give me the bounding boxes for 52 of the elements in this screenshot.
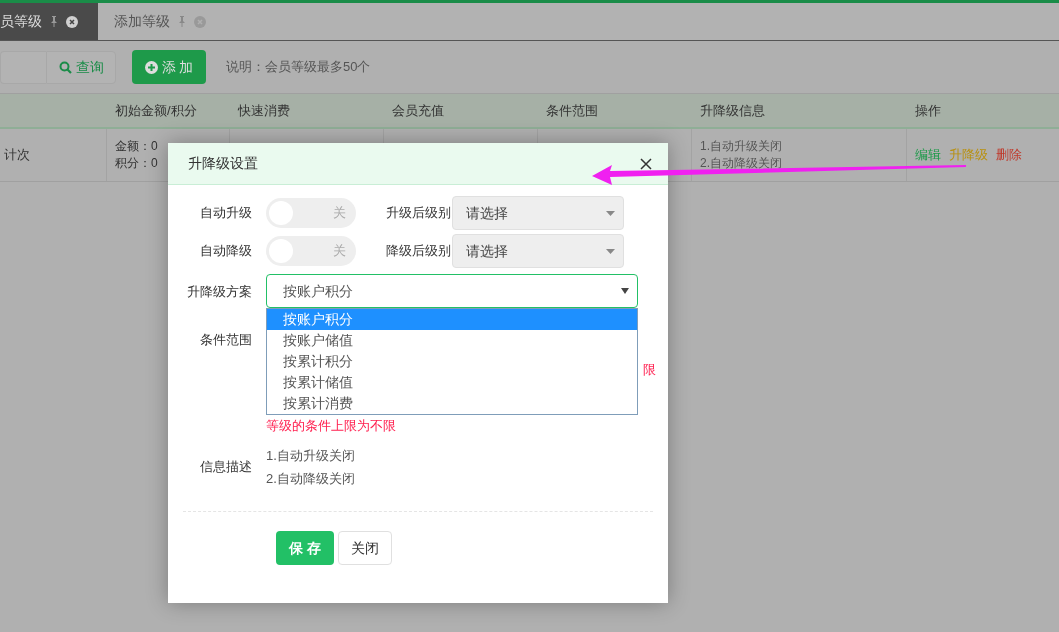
field-label: 自动升级 bbox=[199, 204, 252, 223]
column-header: 操作 bbox=[915, 101, 941, 120]
field-label: 升级后级别 bbox=[386, 204, 452, 223]
table-cell: 金额：0 bbox=[115, 138, 158, 155]
caret-icon bbox=[606, 248, 615, 254]
toggle-text: 关 bbox=[331, 204, 347, 223]
table-cell: 积分：0 bbox=[115, 155, 158, 172]
pin-icon bbox=[50, 16, 58, 27]
search-icon bbox=[58, 60, 72, 74]
dialog-title: 升降级设置 bbox=[188, 154, 258, 173]
close-icon[interactable] bbox=[66, 15, 78, 28]
dropdown-option[interactable]: 按账户积分 bbox=[267, 309, 637, 330]
tab[interactable]: 员等级 bbox=[0, 3, 98, 40]
add-button[interactable]: 添 加 bbox=[132, 50, 206, 84]
caret-icon bbox=[621, 288, 629, 294]
info-line: 2.自动降级关闭 bbox=[266, 470, 355, 488]
close-button[interactable]: 关闭 bbox=[338, 531, 392, 565]
range-note: 等级的条件上限为不限 bbox=[266, 417, 396, 435]
pin-icon bbox=[178, 16, 186, 27]
tab[interactable]: 添加等级 bbox=[98, 3, 222, 40]
dropdown-option[interactable]: 按累计积分 bbox=[267, 351, 637, 372]
table-cell-text: 1.自动升级关闭 bbox=[700, 138, 783, 155]
field-label: 降级后级别 bbox=[386, 242, 452, 261]
select-field[interactable]: 请选择 bbox=[452, 234, 624, 268]
toggle-text: 关 bbox=[331, 242, 347, 261]
range-note: 限 bbox=[643, 361, 656, 379]
action-link[interactable]: 删除 bbox=[996, 145, 1022, 165]
toggle-switch[interactable]: 关 bbox=[266, 198, 356, 228]
column-header: 升降级信息 bbox=[700, 101, 765, 120]
dropdown-option[interactable]: 按账户储值 bbox=[267, 330, 637, 351]
table-cell-text: 2.自动降级关闭 bbox=[700, 155, 783, 172]
dropdown-option[interactable]: 按累计消费 bbox=[267, 393, 637, 414]
select-field[interactable]: 请选择 bbox=[452, 196, 624, 230]
note-text: 说明：会员等级最多50个 bbox=[226, 58, 371, 77]
field-label: 条件范围 bbox=[199, 331, 252, 349]
caret-icon bbox=[606, 210, 615, 216]
field-label: 自动降级 bbox=[199, 242, 252, 261]
column-header: 条件范围 bbox=[546, 101, 598, 120]
select-field[interactable]: 按账户积分 bbox=[266, 274, 638, 308]
field-label: 信息描述 bbox=[199, 458, 252, 477]
column-header: 快速消费 bbox=[238, 101, 290, 120]
plus-icon bbox=[144, 60, 158, 74]
search-button[interactable]: 查询 bbox=[46, 50, 116, 84]
field-label: 升降级方案 bbox=[186, 283, 252, 301]
close-icon[interactable] bbox=[640, 157, 652, 170]
column-header: 初始金额/积分 bbox=[115, 101, 197, 120]
toggle-switch[interactable]: 关 bbox=[266, 236, 356, 266]
table-cell-text: 计次 bbox=[4, 146, 30, 165]
save-button[interactable]: 保 存 bbox=[276, 531, 334, 565]
dropdown-option[interactable]: 按累计储值 bbox=[267, 372, 637, 393]
column-header: 会员充值 bbox=[392, 101, 444, 120]
info-line: 1.自动升级关闭 bbox=[266, 447, 355, 465]
